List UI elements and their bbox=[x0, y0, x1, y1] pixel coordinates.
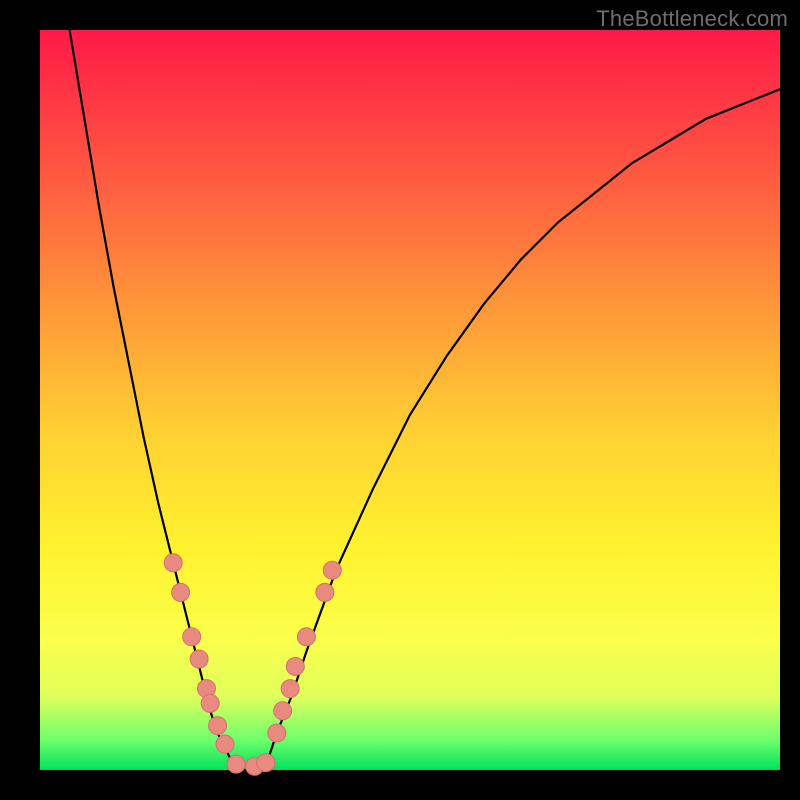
marker-dot bbox=[316, 583, 334, 601]
watermark-text: TheBottleneck.com bbox=[596, 6, 788, 32]
curve-right-branch bbox=[262, 89, 780, 770]
marker-dot bbox=[209, 717, 227, 735]
plot-area bbox=[40, 30, 780, 770]
marker-dot bbox=[274, 702, 292, 720]
marker-dot bbox=[323, 561, 341, 579]
marker-dot bbox=[190, 650, 208, 668]
marker-dot bbox=[183, 628, 201, 646]
marker-dot bbox=[257, 754, 275, 772]
marker-dot bbox=[286, 657, 304, 675]
marker-dot bbox=[297, 628, 315, 646]
chart-svg bbox=[40, 30, 780, 770]
marker-dot bbox=[216, 735, 234, 753]
marker-dot bbox=[172, 583, 190, 601]
curve-left-branch bbox=[70, 30, 240, 770]
marker-dot bbox=[227, 755, 245, 773]
marker-group bbox=[164, 554, 341, 776]
marker-dot bbox=[201, 694, 219, 712]
marker-dot bbox=[164, 554, 182, 572]
chart-frame: TheBottleneck.com bbox=[0, 0, 800, 800]
marker-dot bbox=[281, 680, 299, 698]
marker-dot bbox=[268, 724, 286, 742]
